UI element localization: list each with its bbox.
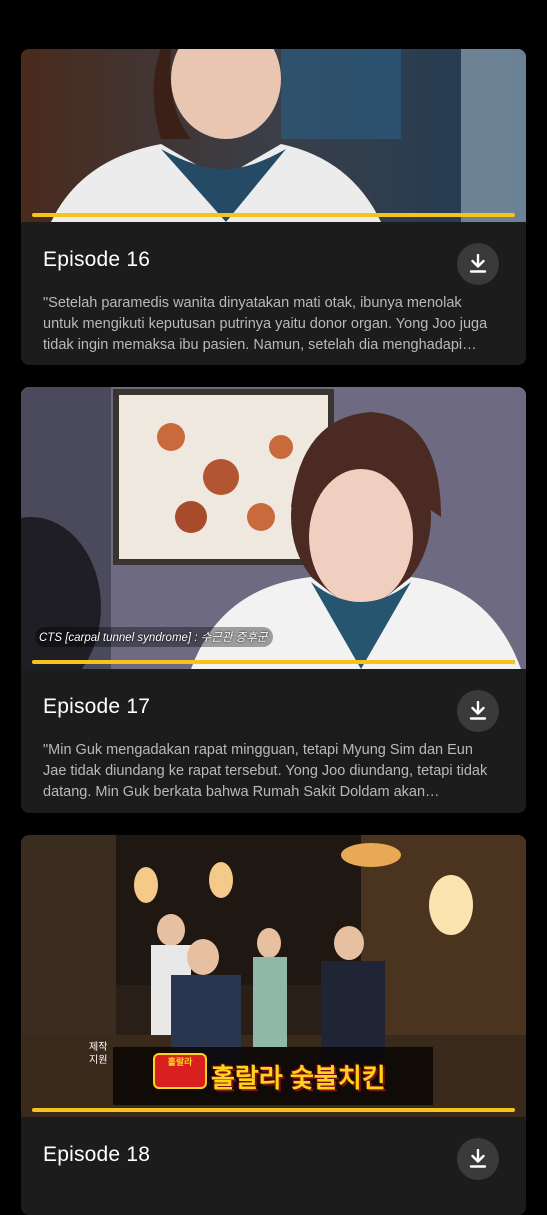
- episode-card[interactable]: Episode 16 "Setelah paramedis wanita din…: [21, 49, 526, 365]
- episode-card[interactable]: CTS [carpal tunnel syndrome] : 수근관 증후군 E…: [21, 387, 526, 813]
- sponsor-name: 홀랄라 숯불치킨: [211, 1063, 386, 1093]
- sponsor-logo-text: 홀랄라: [167, 1057, 193, 1067]
- episode-description: "Min Guk mengadakan rapat mingguan, teta…: [43, 742, 488, 800]
- download-button[interactable]: [457, 690, 499, 732]
- episode-thumbnail[interactable]: CTS [carpal tunnel syndrome] : 수근관 증후군: [21, 387, 526, 669]
- watch-progress-fill: [32, 213, 515, 217]
- watch-progress-bar: [32, 660, 515, 664]
- episode-title: Episode 18: [43, 1143, 151, 1166]
- episode-description: "Setelah paramedis wanita dinyatakan mat…: [43, 295, 488, 353]
- download-icon: [469, 1149, 487, 1168]
- episode-title: Episode 17: [43, 695, 151, 718]
- episode-card[interactable]: 제작 지원 홀랄라 홀랄라 숯불치킨 Episode 18: [21, 835, 526, 1215]
- watch-progress-fill: [32, 660, 515, 664]
- episode-title: Episode 16: [43, 248, 151, 271]
- download-button[interactable]: [457, 1138, 499, 1180]
- episode-thumbnail[interactable]: [21, 49, 526, 222]
- thumbnail-image: [21, 49, 526, 222]
- episode-thumbnail[interactable]: 제작 지원 홀랄라 홀랄라 숯불치킨: [21, 835, 526, 1117]
- sponsor-logo: 홀랄라: [153, 1053, 207, 1089]
- download-icon: [469, 254, 487, 273]
- watch-progress-bar: [32, 213, 515, 217]
- download-icon: [469, 701, 487, 720]
- download-button[interactable]: [457, 243, 499, 285]
- watch-progress-fill: [32, 1108, 515, 1112]
- watch-progress-bar: [32, 1108, 515, 1112]
- sponsor-label: 제작 지원: [89, 1042, 108, 1066]
- subtitle-caption: CTS [carpal tunnel syndrome] : 수근관 증후군: [35, 627, 274, 647]
